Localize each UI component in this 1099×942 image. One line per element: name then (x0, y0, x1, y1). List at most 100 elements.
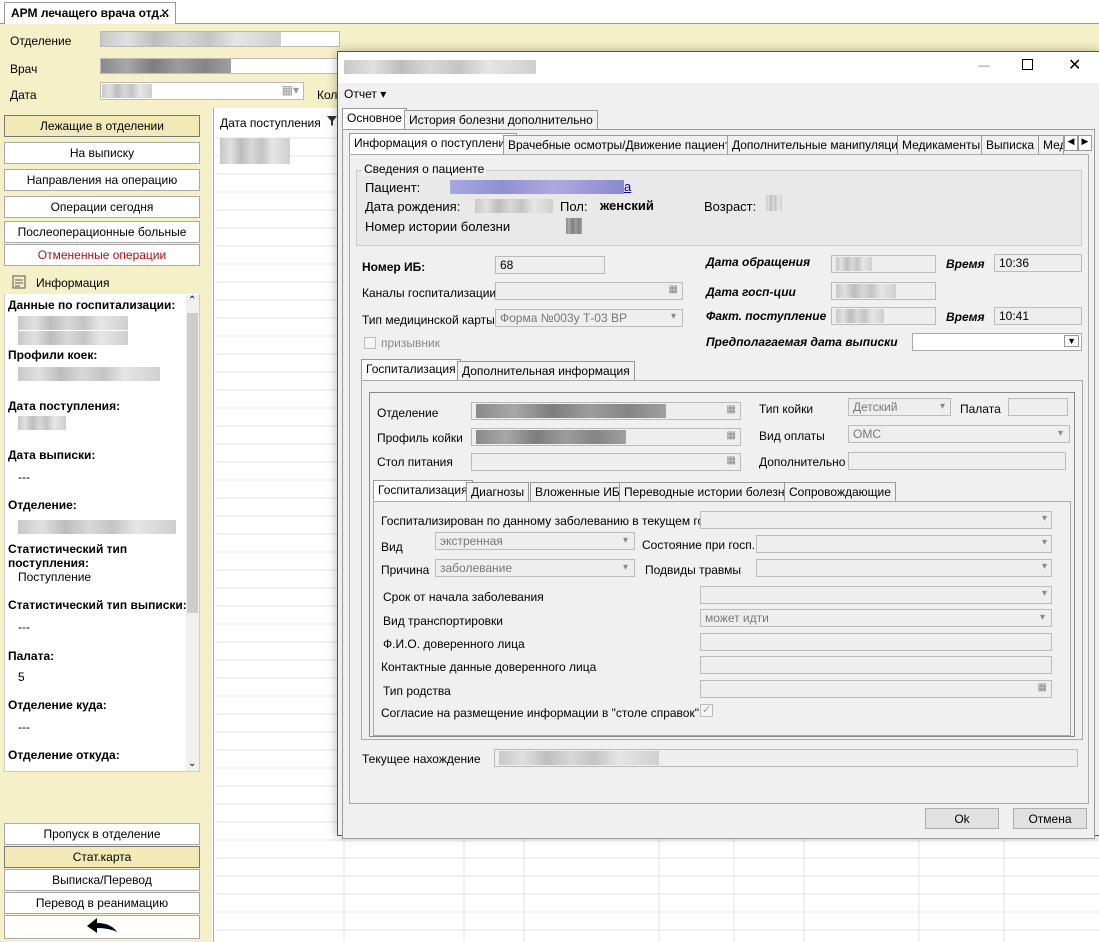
back-arrow-icon (87, 918, 117, 933)
doctor-field[interactable] (100, 58, 340, 74)
hosp-date-field[interactable] (831, 282, 936, 300)
discharge-transfer-button[interactable]: Выписка/Перевод (4, 869, 200, 891)
extra-field[interactable] (848, 452, 1066, 470)
chevron-down-icon[interactable]: ▾ (623, 535, 628, 546)
reason-select[interactable]: заболевание (435, 559, 635, 577)
minimize-icon[interactable]: — (978, 58, 990, 72)
cancel-button[interactable]: Отмена (1013, 808, 1087, 829)
state-label: Состояние при госп. (642, 538, 756, 552)
scroll-down-icon[interactable]: ⌄ (188, 758, 196, 769)
term-select[interactable]: ▾ (700, 586, 1052, 604)
tab-med-more[interactable]: Мед (1038, 135, 1064, 155)
tab-examinations[interactable]: Врачебные осмотры/Движение пациента (503, 135, 742, 155)
ok-button[interactable]: Ok (925, 808, 999, 829)
menu-report[interactable]: Отчет ▾ (344, 87, 386, 101)
info-scrollbar[interactable]: ⌃ ⌄ (186, 295, 199, 771)
lookup-icon[interactable]: ▦ (727, 455, 736, 466)
diet-field[interactable]: ▦ (471, 453, 741, 471)
chevron-down-icon[interactable]: ▾ (940, 401, 945, 412)
tab-medications[interactable]: Медикаменты (897, 135, 986, 155)
relation-field[interactable]: ▦ (700, 680, 1052, 698)
tab-discharge[interactable]: Выписка (981, 135, 1040, 155)
ward-field[interactable] (1008, 398, 1068, 416)
scroll-up-icon[interactable]: ⌃ (188, 295, 196, 306)
chevron-down-icon[interactable]: ▾ (623, 562, 628, 573)
date-field[interactable]: ▦▾ (100, 82, 304, 100)
close-icon[interactable]: ✕ (1068, 55, 1081, 75)
dept-field[interactable]: ▦ (471, 402, 741, 420)
chevron-down-icon[interactable]: ▾ (1042, 561, 1047, 572)
sidebar-item-operation-directions[interactable]: Направления на операцию (4, 169, 200, 191)
reanimation-button[interactable]: Перевод в реанимацию (4, 892, 200, 914)
ib-field[interactable]: 68 (495, 256, 605, 274)
patient-name-link[interactable] (450, 180, 624, 194)
bed-profile-field[interactable]: ▦ (471, 428, 741, 446)
pass-button[interactable]: Пропуск в отделение (4, 823, 200, 845)
state-select[interactable]: ▾ (756, 535, 1052, 553)
department-field[interactable] (100, 31, 340, 47)
current-location-label: Текущее нахождение (362, 752, 481, 766)
sidebar-item-cancelled-ops[interactable]: Отмененные операции (4, 244, 200, 266)
chevron-down-icon[interactable]: ▾ (1040, 612, 1045, 623)
tab-scroll-right-icon[interactable]: ▶ (1078, 135, 1092, 151)
chevron-down-icon[interactable]: ▼ (1064, 335, 1079, 347)
tab-transfer-histories[interactable]: Переводные истории болезни (619, 482, 797, 502)
tab-hospitalization[interactable]: Госпитализация (361, 359, 461, 380)
close-icon[interactable]: ✕ (160, 6, 170, 20)
tab-nested-ib[interactable]: Вложенные ИБ (530, 482, 625, 502)
kind-select[interactable]: экстренная (435, 532, 635, 550)
bed-type-select[interactable]: Детский (848, 398, 951, 416)
sidebar-item-postop[interactable]: Послеоперационные больные (4, 221, 200, 243)
sidebar-item-discharge[interactable]: На выписку (4, 142, 200, 164)
tab-additional-info[interactable]: Дополнительная информация (457, 361, 635, 381)
chevron-down-icon[interactable]: ▾ (1042, 588, 1047, 599)
tab-history-extra[interactable]: История болезни дополнительно (404, 110, 598, 130)
trustee-field[interactable] (700, 633, 1052, 651)
actual-time-field[interactable]: 10:41 (994, 307, 1082, 325)
lookup-icon[interactable]: ▦ (727, 404, 736, 415)
info-head-admission: Дата поступления: (8, 399, 121, 413)
chevron-down-icon[interactable]: ▾ (1058, 428, 1063, 439)
trauma-select[interactable]: ▾ (756, 559, 1052, 577)
tab-companions[interactable]: Сопровождающие (784, 482, 896, 502)
contacts-field[interactable] (700, 656, 1052, 674)
lookup-icon[interactable]: ▦ (1038, 682, 1047, 693)
info-value-department (18, 520, 176, 534)
grid-header-admission-date[interactable]: Дата поступления (220, 116, 321, 130)
kol-label: Кол (317, 88, 338, 102)
chevron-down-icon[interactable]: ▾ (1042, 537, 1047, 548)
tab-scroll-left-icon[interactable]: ◀ (1064, 135, 1078, 151)
tab-diagnoses[interactable]: Диагнозы (466, 482, 530, 502)
transport-select[interactable]: может идти (700, 609, 1052, 627)
tab-manipulations[interactable]: Дополнительные манипуляции (727, 135, 910, 155)
payment-select[interactable]: ОМС (848, 425, 1070, 443)
current-location-field[interactable] (494, 749, 1078, 767)
appeal-date-field[interactable] (831, 255, 936, 273)
repeat-select[interactable]: ▾ (700, 511, 1052, 529)
back-button[interactable] (4, 915, 200, 939)
appeal-time-field[interactable]: 10:36 (994, 254, 1082, 272)
sidebar-item-lying[interactable]: Лежащие в отделении (4, 115, 200, 137)
actual-date-field[interactable] (831, 307, 936, 325)
card-type-select[interactable]: Форма №003у Т-03 ВР (495, 309, 683, 327)
patient-name-suffix[interactable]: а (624, 179, 631, 194)
scroll-thumb[interactable] (187, 313, 198, 613)
planned-discharge-field[interactable]: ▼ (912, 333, 1082, 351)
chevron-down-icon[interactable]: ▾ (671, 311, 676, 322)
stat-card-button[interactable]: Стат.карта (4, 846, 200, 868)
consent-checkbox[interactable]: ✓ (700, 704, 713, 717)
contacts-label: Контактные данные доверенного лица (381, 660, 597, 674)
lookup-icon[interactable]: ▦ (727, 430, 736, 441)
tab-arm-doctor[interactable]: АРМ лечащего врача отд... ✕ (4, 2, 176, 24)
sidebar-item-operations-today[interactable]: Операции сегодня (4, 196, 200, 218)
conscript-checkbox[interactable] (364, 337, 376, 349)
maximize-icon[interactable] (1022, 59, 1033, 70)
lookup-icon[interactable]: ▦ (669, 284, 678, 295)
channels-field[interactable]: ▦ (495, 282, 683, 300)
tab-main[interactable]: Основное (342, 108, 407, 129)
chevron-down-icon[interactable]: ▾ (1042, 513, 1047, 524)
tab-title: АРМ лечащего врача отд... (11, 6, 170, 20)
tab-admission-info[interactable]: Информация о поступлении (349, 133, 517, 154)
tab-inner-hosp[interactable]: Госпитализация (373, 480, 473, 501)
grid-row-blurred[interactable] (220, 138, 290, 164)
